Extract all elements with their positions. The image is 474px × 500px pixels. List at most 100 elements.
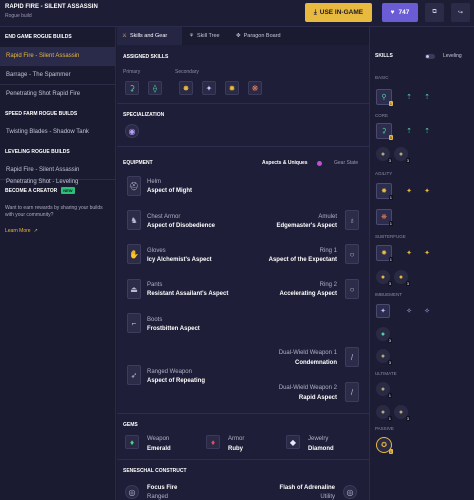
basic-upgrade-2[interactable]: ⇡ xyxy=(420,90,434,104)
skill-points-badge: 1 xyxy=(388,449,393,454)
chest-slot[interactable]: ♞ xyxy=(127,210,141,230)
imbuement-passive-1[interactable]: ● 3 xyxy=(376,327,392,343)
tab-label: Paragon Board xyxy=(243,33,281,39)
main-content: ⚔ Skills and Gear ⚘ Skill Tree ✥ Paragon… xyxy=(117,27,369,500)
use-in-game-label: USE IN-GAME xyxy=(319,9,364,16)
filter-gear-label[interactable]: Gear State xyxy=(334,160,358,166)
sidebar-item-twisting-blades[interactable]: Twisting Blades - Shadow Tank xyxy=(0,123,115,141)
sidebar-item-penetrating-shot[interactable]: Penetrating Shot Rapid Fire xyxy=(0,85,115,103)
rapid-fire-icon: ⚳ xyxy=(381,128,387,135)
ultimate-skill-2[interactable]: ● 1 xyxy=(376,405,392,421)
vote-count: 747 xyxy=(398,9,410,16)
aspects-dot-icon[interactable] xyxy=(317,161,322,166)
category-basic: BASIC xyxy=(375,75,389,80)
assigned-skill-2[interactable]: ⟠ xyxy=(148,81,162,95)
tab-skills-and-gear[interactable]: ⚔ Skills and Gear xyxy=(117,27,182,45)
subterfuge-upgrade-2[interactable]: ✦ xyxy=(420,246,434,260)
imbuement-skill[interactable]: ✦ xyxy=(376,304,390,318)
skill-points-badge: 3 xyxy=(405,416,410,421)
imbuement-upgrade-1[interactable]: ✧ xyxy=(402,304,416,318)
skill-points-badge: 3 xyxy=(405,281,410,286)
agility-upgrade-1[interactable]: ✦ xyxy=(402,184,416,198)
share-button[interactable]: ↪ xyxy=(451,3,470,22)
ring2-slot[interactable]: ○ xyxy=(345,279,359,299)
assigned-skill-4[interactable]: ✦ xyxy=(202,81,216,95)
tuning-stone-icon: ◎ xyxy=(346,487,354,497)
agility-upgrade-2[interactable]: ✦ xyxy=(420,184,434,198)
dash-icon: ✸ xyxy=(182,83,190,93)
adrenaline-stone[interactable]: ◎ xyxy=(343,485,357,499)
upgrade-icon: ⇡ xyxy=(406,94,412,101)
imbuement-upgrade-2[interactable]: ✧ xyxy=(420,304,434,318)
assigned-skill-5[interactable]: ✹ xyxy=(225,81,239,95)
agility-skill-2[interactable]: ❋ 1 xyxy=(376,209,393,226)
new-badge: NEW xyxy=(61,187,75,194)
skill-points-badge: 3 xyxy=(387,338,392,343)
upgrade-icon: ⇡ xyxy=(424,94,430,101)
use-in-game-button[interactable]: ⤓ USE IN-GAME xyxy=(305,3,372,22)
helm-slot[interactable]: ⛑ xyxy=(127,176,141,196)
subterfuge-passive-2[interactable]: ● 3 xyxy=(394,270,410,286)
gems-heading: GEMS xyxy=(123,422,138,428)
divider xyxy=(117,459,369,460)
weapon-gem-slot[interactable]: ♦ xyxy=(125,435,139,449)
amulet-slot[interactable]: ♁ xyxy=(345,210,359,230)
ring1-slot[interactable]: ○ xyxy=(345,244,359,264)
ultimate-skill-3[interactable]: ● 3 xyxy=(394,405,410,421)
basic-upgrade-1[interactable]: ⇡ xyxy=(402,90,416,104)
jewelry-gem-slot[interactable]: ◆ xyxy=(286,435,300,449)
dagger-icon: / xyxy=(350,352,354,362)
category-core: CORE xyxy=(375,113,389,118)
passive-icon: ● xyxy=(398,273,404,281)
category-passive: PASSIVE xyxy=(375,426,394,431)
pants-slot[interactable]: ⏏ xyxy=(127,279,141,299)
shadow-imbuement-icon: ✦ xyxy=(380,308,386,315)
learn-more-link[interactable]: Learn More ↗ xyxy=(5,228,38,234)
subterfuge-passive-1[interactable]: ● 3 xyxy=(376,270,392,286)
gloves-slot[interactable]: ✋ xyxy=(127,244,141,264)
ultimate-skill-1[interactable]: ● 1 xyxy=(376,382,392,398)
specialization-icon[interactable]: ◉ xyxy=(125,124,139,138)
tab-paragon-board[interactable]: ✥ Paragon Board xyxy=(231,27,286,45)
helm-icon: ⛑ xyxy=(128,181,140,191)
upgrade-icon: ✧ xyxy=(424,308,430,315)
assigned-skill-6[interactable]: ❋ xyxy=(248,81,262,95)
weapon-gem-name: Emerald xyxy=(147,446,171,452)
sidebar-item-barrage[interactable]: Barrage - The Spammer xyxy=(0,66,115,84)
armor-gem-slot[interactable]: ♦ xyxy=(206,435,220,449)
basic-skill-selected[interactable]: ⚲ 1 xyxy=(376,89,393,106)
core-passive-2[interactable]: ● 3 xyxy=(394,147,410,163)
subterfuge-skill-selected[interactable]: ✹ 1 xyxy=(376,245,393,262)
skill-points-badge: 1 xyxy=(388,101,393,106)
tab-skill-tree[interactable]: ⚘ Skill Tree xyxy=(184,27,225,45)
helm-type: Helm xyxy=(147,179,162,185)
ring1-type: Ring 1 xyxy=(319,248,337,254)
dual-wield-1-slot[interactable]: / xyxy=(345,347,359,367)
core-upgrade-2[interactable]: ⇡ xyxy=(420,124,434,138)
agility-skill-selected[interactable]: ✸ 1 xyxy=(376,183,393,200)
skill-tree-icon: ⚘ xyxy=(189,33,194,39)
pants-type: Pants xyxy=(147,282,163,288)
dual-wield-1-type: Dual-Wield Weapon 1 xyxy=(278,350,337,356)
upvote-button[interactable]: ♥ 747 xyxy=(382,3,418,22)
key-passive-skill[interactable]: ✪ 1 xyxy=(376,437,393,454)
core-passive-1[interactable]: ● 3 xyxy=(376,147,392,163)
category-agility: AGILITY xyxy=(375,171,393,176)
focus-fire-stone[interactable]: ◎ xyxy=(125,485,139,499)
assigned-skill-1[interactable]: ⚳ xyxy=(125,81,139,95)
boots-slot[interactable]: ⌐ xyxy=(127,313,141,333)
sidebar-item-rapid-fire-endgame[interactable]: Rapid Fire - Silent Assassin xyxy=(0,47,115,65)
copy-button[interactable]: ⧉ xyxy=(425,3,444,22)
core-upgrade-1[interactable]: ⇡ xyxy=(402,124,416,138)
assigned-skill-3[interactable]: ✸ xyxy=(179,81,193,95)
passive-icon: ● xyxy=(380,273,386,281)
ranged-weapon-slot[interactable]: ➶ xyxy=(127,365,141,385)
imbuement-passive-2[interactable]: ● 3 xyxy=(376,349,392,365)
dual-wield-2-slot[interactable]: / xyxy=(345,382,359,402)
gloves-type: Gloves xyxy=(147,248,166,254)
subterfuge-upgrade-1[interactable]: ✦ xyxy=(402,246,416,260)
leveling-toggle[interactable] xyxy=(425,54,435,59)
upgrade-icon: ✦ xyxy=(424,188,430,195)
core-skill-selected[interactable]: ⚳ 5 xyxy=(376,123,393,140)
gloves-aspect: Icy Alchemist's Aspect xyxy=(147,257,212,263)
